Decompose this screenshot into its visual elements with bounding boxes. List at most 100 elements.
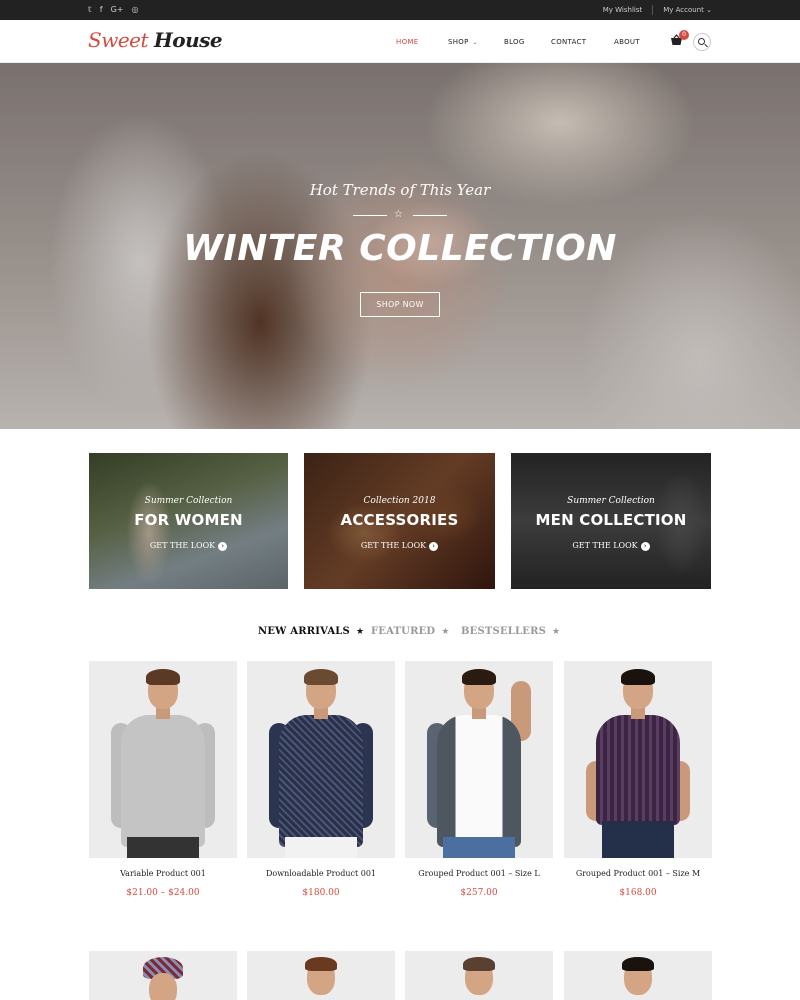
tab-new-arrivals[interactable]: NEW ARRIVALS ★ [258,626,364,637]
account-label: My Account [663,6,704,14]
model-figure [247,661,395,858]
product-image[interactable] [247,951,395,1000]
model-hair [621,669,655,685]
product-tabs: NEW ARRIVALS ★ FEATURED ★ BESTSELLERS ★ [0,626,800,640]
model-shirt [437,715,521,847]
site-header: Sweet House HOME SHOP ⌄ BLOG CONTACT ABOU… [0,20,800,63]
product-image[interactable] [405,661,553,858]
product-card[interactable]: Grouped Product 001 – Size L $257.00 [405,661,553,901]
star-icon: ★ [441,627,450,637]
nav-contact[interactable]: CONTACT [551,38,601,46]
product-image[interactable] [564,951,712,1000]
product-price: $257.00 [460,888,498,898]
product-image[interactable] [89,661,237,858]
google-plus-icon[interactable]: G+ [111,0,124,20]
facebook-icon[interactable]: f [100,0,103,20]
instagram-icon[interactable]: ◎ [131,0,138,20]
top-bar: 𝕥 f G+ ◎ My Wishlist My Account ⌄ [0,0,800,20]
tab-label: NEW ARRIVALS [258,626,350,637]
main-nav: HOME SHOP ⌄ BLOG CONTACT ABOUT [396,20,666,63]
model-jeans [443,837,515,858]
model-shirt [596,715,680,825]
tab-bestsellers[interactable]: BESTSELLERS ★ [461,626,560,637]
model-pants [127,837,199,858]
divider [652,5,654,15]
product-image[interactable] [564,661,712,858]
nav-home[interactable]: HOME [396,38,436,46]
model-hair [622,957,654,971]
chevron-down-icon: ⌄ [472,39,478,46]
tab-featured[interactable]: FEATURED ★ [371,626,450,637]
product-name[interactable]: Grouped Product 001 – Size M [564,869,712,878]
product-name[interactable]: Downloadable Product 001 [247,869,395,878]
search-button[interactable] [693,33,711,51]
divider-line [353,215,387,216]
model-shirt [279,715,363,847]
nav-shop[interactable]: SHOP ⌄ [448,38,488,46]
nav-about[interactable]: ABOUT [614,38,654,46]
cta-label: GET THE LOOK [360,541,427,550]
product-image[interactable] [247,661,395,858]
banner-title: MEN COLLECTION [535,511,687,529]
hero-title: WINTER COLLECTION [183,228,617,269]
model-hair [463,957,495,971]
nav-blog[interactable]: BLOG [504,38,534,46]
chevron-down-icon: ⌄ [706,6,712,14]
model-figure [405,661,553,858]
banner-title: FOR WOMEN [134,511,243,529]
wishlist-link[interactable]: My Wishlist [603,6,642,14]
banner-men-collection[interactable]: Summer Collection MEN COLLECTION GET THE… [511,453,711,589]
tab-label: BESTSELLERS [461,626,546,637]
product-image[interactable] [89,951,237,1000]
banner-accessories[interactable]: Collection 2018 ACCESSORIES GET THE LOOK… [304,453,495,589]
model-head [149,973,177,1000]
banner-subtitle: Collection 2018 [363,496,436,506]
banner-title: ACCESSORIES [340,511,459,529]
product-card[interactable]: Downloadable Product 001 $180.00 [247,661,395,901]
star-icon: ★ [552,627,561,637]
model-figure [89,661,237,858]
banner-for-women[interactable]: Summer Collection FOR WOMEN GET THE LOOK… [89,453,288,589]
shop-now-button[interactable]: SHOP NOW [360,292,440,317]
arrow-right-icon: › [218,542,228,551]
product-price: $168.00 [619,888,657,898]
model-hair [304,669,338,685]
cart-count-badge: 0 [679,30,689,40]
arrow-right-icon: › [640,542,650,551]
model-sweater [121,715,205,847]
hero-subtitle: Hot Trends of This Year [309,181,491,199]
product-price: $21.00 – $24.00 [126,888,200,898]
model-hair [462,669,496,685]
cta-label: GET THE LOOK [572,541,638,550]
banner-subtitle: Summer Collection [144,496,233,506]
social-links: 𝕥 f G+ ◎ [88,0,138,20]
model-hair [146,669,180,685]
get-the-look-link[interactable]: GET THE LOOK › [89,541,288,551]
product-card[interactable]: Grouped Product 001 – Size M $168.00 [564,661,712,901]
model-hair [305,957,337,971]
star-icon: ★ [355,627,365,637]
account-link[interactable]: My Account ⌄ [663,6,712,14]
arrow-right-icon: › [429,542,439,551]
star-icon: ☆ [394,209,403,220]
model-pants [285,837,357,858]
twitter-icon[interactable]: 𝕥 [88,0,92,20]
nav-shop-label: SHOP [448,38,469,46]
hero-divider: ☆ [353,209,447,221]
model-jeans [602,821,674,858]
get-the-look-link[interactable]: GET THE LOOK › [304,541,495,551]
hero-slider: Hot Trends of This Year ☆ WINTER COLLECT… [0,63,800,429]
site-logo[interactable]: Sweet House [88,28,223,52]
product-name[interactable]: Grouped Product 001 – Size L [405,869,553,878]
account-links: My Wishlist My Account ⌄ [603,0,712,20]
model-figure [564,661,712,858]
get-the-look-link[interactable]: GET THE LOOK › [511,541,711,551]
product-price: $180.00 [302,888,340,898]
product-name[interactable]: Variable Product 001 [89,869,237,878]
product-image[interactable] [405,951,553,1000]
tab-label: FEATURED [371,626,436,637]
cta-label: GET THE LOOK [149,541,216,550]
logo-part-1: Sweet [88,28,149,52]
divider-line [413,215,447,216]
product-card[interactable]: Variable Product 001 $21.00 – $24.00 [89,661,237,901]
